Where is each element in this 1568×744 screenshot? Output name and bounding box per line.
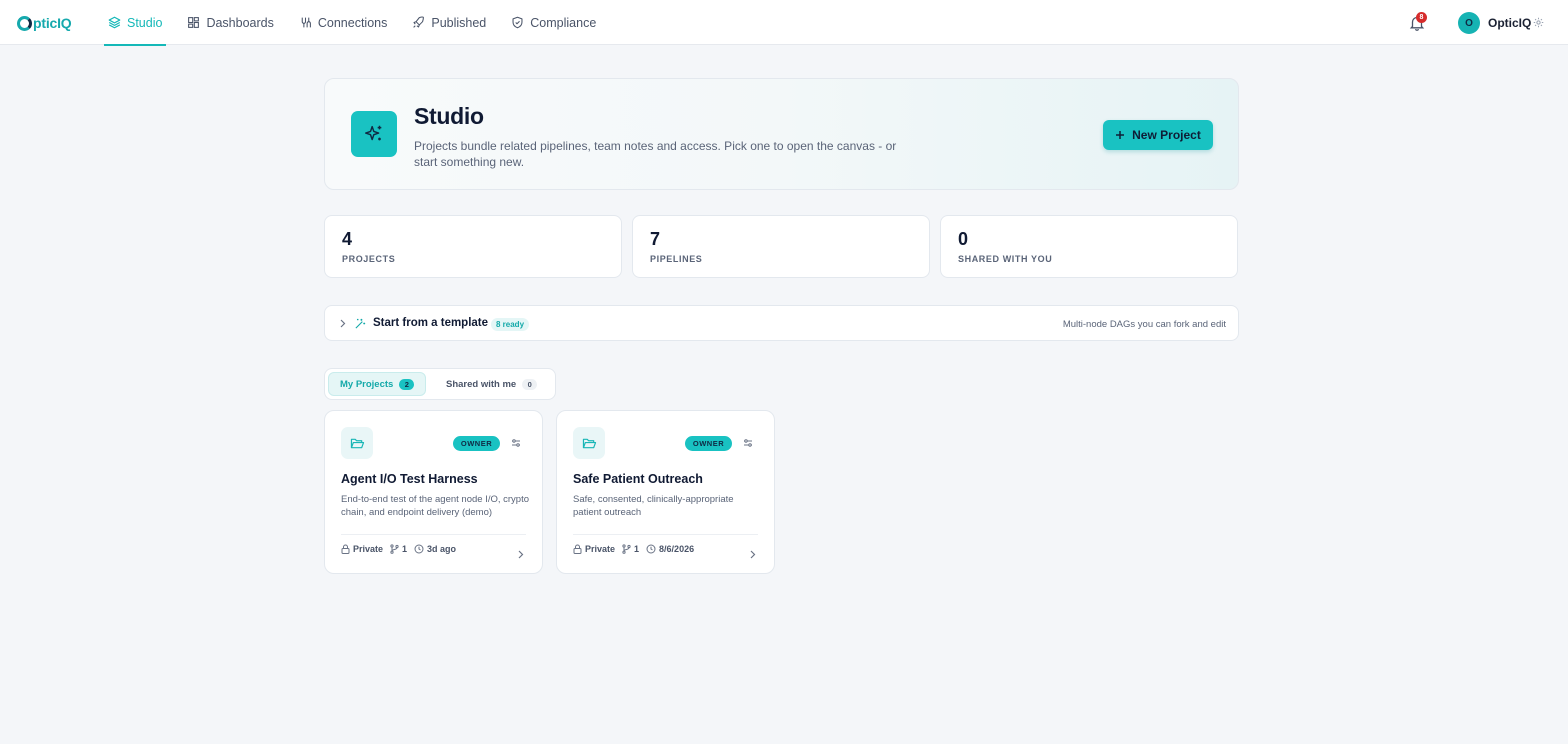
project-title: Safe Patient Outreach bbox=[573, 472, 703, 486]
layers-icon bbox=[108, 16, 121, 29]
logo-ring-icon bbox=[17, 15, 32, 31]
user-name[interactable]: OpticIQ bbox=[1488, 16, 1531, 30]
nav-label: Dashboards bbox=[206, 15, 274, 30]
pipeline-count-value: 1 bbox=[402, 544, 408, 554]
page-title: Studio bbox=[414, 103, 484, 129]
lock-icon bbox=[341, 544, 350, 554]
opticiq-logo[interactable]: pticIQ bbox=[17, 13, 72, 33]
stat-value: 0 bbox=[958, 229, 969, 249]
pipeline-count: 1 bbox=[622, 544, 639, 554]
folder-open-icon bbox=[341, 427, 373, 459]
owner-badge: OWNER bbox=[685, 436, 732, 451]
stat-value: 7 bbox=[650, 229, 661, 249]
page-description: Projects bundle related pipelines, team … bbox=[414, 139, 897, 169]
project-description: Safe, consented, clinically-appropriate … bbox=[573, 494, 734, 518]
chevron-right-icon bbox=[340, 319, 346, 328]
project-title: Agent I/O Test Harness bbox=[341, 472, 478, 486]
updated-label: 3d ago bbox=[427, 544, 457, 554]
template-expander[interactable]: Start from a template 8 ready Multi-node… bbox=[324, 305, 1239, 341]
clock-icon bbox=[646, 544, 656, 554]
tab-count-badge: 0 bbox=[522, 378, 538, 390]
updated-time: 8/6/2026 bbox=[646, 544, 694, 554]
nav-item-published[interactable]: Published bbox=[408, 0, 490, 45]
chevron-right-icon[interactable] bbox=[517, 550, 524, 559]
tab-count-badge: 2 bbox=[399, 378, 415, 390]
template-hint: Multi-node DAGs you can fork and edit bbox=[1062, 319, 1226, 330]
project-card[interactable]: OWNER Safe Patient Outreach Safe, consen… bbox=[556, 410, 775, 574]
project-meta: Private 1 8/6/2026 bbox=[573, 544, 701, 554]
sliders-icon[interactable] bbox=[511, 438, 521, 448]
nav-label: Connections bbox=[317, 15, 388, 30]
nav-label: Compliance bbox=[530, 15, 597, 30]
stat-value: 4 bbox=[342, 229, 353, 249]
nav-item-connections[interactable]: Connections bbox=[295, 0, 392, 45]
visibility-label: Private bbox=[353, 544, 384, 554]
stat-card-pipelines: 7 PIPELINES bbox=[632, 215, 930, 278]
visibility: Private bbox=[573, 544, 615, 554]
visibility: Private bbox=[341, 544, 383, 554]
owner-badge: OWNER bbox=[453, 436, 500, 451]
project-tabs: My Projects 2 Shared with me 0 bbox=[324, 368, 556, 400]
gear-icon[interactable] bbox=[1533, 17, 1544, 28]
main-nav: Studio Dashboards Connections Published … bbox=[104, 0, 617, 46]
stat-card-shared: 0 SHARED WITH YOU bbox=[940, 215, 1238, 278]
template-title: Start from a template bbox=[373, 317, 489, 329]
nav-item-dashboards[interactable]: Dashboards bbox=[183, 0, 277, 45]
project-description: End-to-end test of the agent node I/O, c… bbox=[341, 494, 529, 518]
notification-count-badge: 8 bbox=[1416, 12, 1427, 23]
chevron-right-icon[interactable] bbox=[749, 550, 756, 559]
shield-icon bbox=[512, 16, 523, 29]
nav-label: Published bbox=[431, 15, 487, 30]
wand-sparkles-icon bbox=[355, 318, 366, 329]
top-navbar: pticIQ Studio Dashboards Connections Pub… bbox=[0, 0, 1568, 46]
git-branch-icon bbox=[390, 544, 399, 554]
new-project-button[interactable]: New Project bbox=[1103, 120, 1213, 150]
plus-icon bbox=[1116, 131, 1125, 139]
git-branch-icon bbox=[622, 544, 631, 554]
project-meta: Private 1 3d ago bbox=[341, 544, 463, 554]
studio-hero-card: Studio Projects bundle related pipelines… bbox=[324, 78, 1239, 190]
nav-item-studio[interactable]: Studio bbox=[104, 0, 167, 46]
new-project-label: New Project bbox=[1132, 128, 1201, 142]
project-card[interactable]: OWNER Agent I/O Test Harness End-to-end … bbox=[324, 410, 543, 574]
divider bbox=[573, 534, 758, 535]
nav-item-compliance[interactable]: Compliance bbox=[507, 0, 600, 45]
user-avatar[interactable]: O bbox=[1458, 12, 1480, 34]
pipeline-count-value: 1 bbox=[634, 544, 640, 554]
stat-label: PIPELINES bbox=[650, 254, 703, 264]
folder-open-icon bbox=[573, 427, 605, 459]
visibility-label: Private bbox=[585, 544, 616, 554]
rocket-icon bbox=[413, 16, 425, 28]
tab-label: My Projects bbox=[340, 378, 394, 390]
divider bbox=[341, 534, 526, 535]
clock-icon bbox=[414, 544, 424, 554]
lock-icon bbox=[573, 544, 582, 554]
stat-label: PROJECTS bbox=[342, 254, 396, 264]
tab-shared-with-me[interactable]: Shared with me 0 bbox=[435, 372, 548, 396]
tab-my-projects[interactable]: My Projects 2 bbox=[328, 372, 427, 396]
tab-label: Shared with me bbox=[446, 378, 517, 390]
nav-label: Studio bbox=[127, 15, 163, 30]
sparkles-icon bbox=[351, 111, 397, 157]
stat-card-projects: 4 PROJECTS bbox=[324, 215, 622, 278]
updated-label: 8/6/2026 bbox=[659, 544, 695, 554]
pipeline-count: 1 bbox=[390, 544, 407, 554]
stat-label: SHARED WITH YOU bbox=[958, 254, 1053, 264]
template-count-badge: 8 ready bbox=[491, 318, 530, 331]
sliders-icon[interactable] bbox=[743, 438, 753, 448]
plug-icon bbox=[301, 17, 311, 28]
logo-text: pticIQ bbox=[33, 15, 72, 31]
updated-time: 3d ago bbox=[414, 544, 456, 554]
grid-icon bbox=[188, 17, 200, 28]
